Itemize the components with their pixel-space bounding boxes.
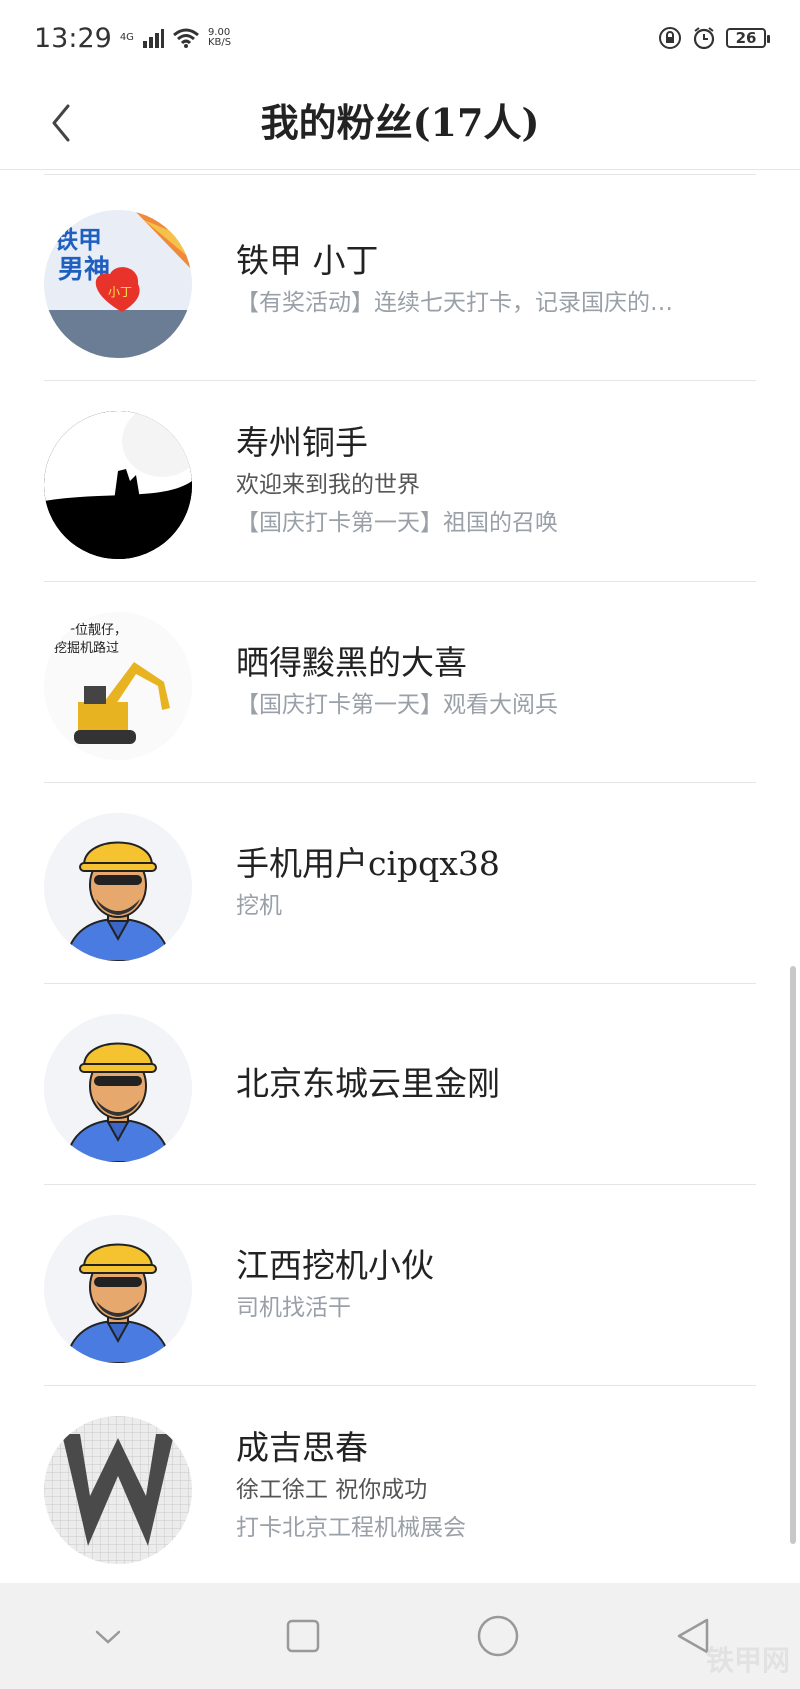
- follower-info: 寿州铜手 欢迎来到我的世界 【国庆打卡第一天】祖国的召唤: [236, 381, 756, 581]
- follower-desc: 【国庆打卡第一天】观看大阅兵: [236, 692, 558, 718]
- status-time: 13:29: [34, 22, 112, 54]
- square-icon: [286, 1619, 319, 1653]
- follower-desc: 挖机: [236, 893, 282, 919]
- avatar-image: 一位靓仔， 挖掘机路过: [44, 612, 192, 760]
- avatar[interactable]: 铁甲 男神 小丁: [44, 210, 192, 358]
- default-worker-avatar-icon: [44, 1215, 192, 1363]
- avatar-text: 铁甲: [54, 226, 102, 254]
- avatar-image: 铁甲 男神 小丁: [44, 210, 192, 358]
- avatar[interactable]: [44, 411, 192, 559]
- follower-item[interactable]: 成吉思春 徐工徐工 祝你成功 打卡北京工程机械展会: [44, 1386, 756, 1587]
- avatar-text: 一位靓仔，: [62, 623, 127, 638]
- scrollbar[interactable]: [790, 966, 796, 1544]
- avatar[interactable]: [44, 1215, 192, 1363]
- avatar-image: [44, 1416, 192, 1564]
- avatar[interactable]: [44, 813, 192, 961]
- divider: [44, 174, 756, 175]
- follower-item[interactable]: 寿州铜手 欢迎来到我的世界 【国庆打卡第一天】祖国的召唤: [44, 381, 756, 582]
- follower-info: 晒得黢黑的大喜 【国庆打卡第一天】观看大阅兵: [236, 582, 756, 782]
- follower-bio: 欢迎来到我的世界: [236, 472, 420, 498]
- circle-icon: [477, 1615, 518, 1657]
- follower-name: 成吉思春: [236, 1428, 368, 1467]
- nav-home-button[interactable]: [468, 1606, 528, 1666]
- avatar[interactable]: [44, 1014, 192, 1162]
- follower-desc: 【国庆打卡第一天】祖国的召唤: [236, 510, 558, 536]
- lock-rotation-icon: [659, 27, 681, 49]
- watermark: 铁甲网: [705, 1644, 790, 1677]
- status-right: 26: [658, 26, 770, 50]
- follower-info: 手机用户cipqx38 挖机: [236, 783, 756, 983]
- follower-list: 铁甲 男神 小丁 铁甲 小丁 【有奖活动】连续七天打卡，记录国庆的… 寿州铜手 …: [0, 170, 800, 1587]
- signal-icon: [142, 29, 164, 48]
- status-bar: 13:29 4G 9.00 KB/S 26: [0, 0, 800, 76]
- system-nav-bar: [0, 1583, 800, 1689]
- avatar-badge: 小丁: [108, 285, 132, 299]
- follower-info: 北京东城云里金刚: [236, 984, 756, 1184]
- nav-collapse-button[interactable]: [78, 1606, 138, 1666]
- follower-item[interactable]: 一位靓仔， 挖掘机路过 晒得黢黑的大喜 【国庆打卡第一天】观看大阅兵: [44, 582, 756, 783]
- follower-desc: 【有奖活动】连续七天打卡，记录国庆的…: [236, 290, 673, 316]
- chevron-down-icon: [95, 1630, 120, 1644]
- follower-name: 寿州铜手: [236, 423, 368, 462]
- follower-item[interactable]: 江西挖机小伙 司机找活干: [44, 1185, 756, 1386]
- follower-info: 铁甲 小丁 【有奖活动】连续七天打卡，记录国庆的…: [236, 180, 756, 380]
- follower-item[interactable]: 北京东城云里金刚: [44, 984, 756, 1185]
- avatar-image: [44, 411, 192, 559]
- follower-name: 江西挖机小伙: [236, 1246, 434, 1285]
- net-speed: 9.00 KB/S: [208, 28, 231, 48]
- follower-name: 铁甲 小丁: [236, 241, 379, 280]
- follower-desc: 打卡北京工程机械展会: [236, 1515, 466, 1541]
- avatar[interactable]: [44, 1416, 192, 1564]
- follower-info: 江西挖机小伙 司机找活干: [236, 1185, 756, 1385]
- follower-name: 晒得黢黑的大喜: [236, 643, 467, 682]
- nav-recents-button[interactable]: [273, 1606, 333, 1666]
- header: 我的粉丝(17人): [0, 76, 800, 170]
- speed-unit: KB/S: [207, 37, 232, 48]
- page-title: 我的粉丝(17人): [260, 100, 540, 145]
- avatar[interactable]: 一位靓仔， 挖掘机路过: [44, 612, 192, 760]
- follower-info: 成吉思春 徐工徐工 祝你成功 打卡北京工程机械展会: [236, 1386, 756, 1586]
- follower-name: 手机用户cipqx38: [236, 844, 500, 883]
- follower-item[interactable]: 铁甲 男神 小丁 铁甲 小丁 【有奖活动】连续七天打卡，记录国庆的…: [44, 180, 756, 381]
- battery-indicator: 26: [726, 28, 770, 48]
- default-worker-avatar-icon: [44, 813, 192, 961]
- status-left: 13:29 4G 9.00 KB/S: [34, 23, 231, 54]
- follower-bio: 徐工徐工 祝你成功: [236, 1477, 428, 1503]
- network-label: 4G: [119, 32, 134, 43]
- follower-name: 北京东城云里金刚: [236, 1064, 500, 1103]
- avatar-text: 挖掘机路过: [54, 640, 119, 656]
- follower-desc: 司机找活干: [236, 1295, 351, 1321]
- follower-item[interactable]: 手机用户cipqx38 挖机: [44, 783, 756, 984]
- alarm-icon: [693, 27, 715, 50]
- wifi-icon: [172, 28, 199, 48]
- default-worker-avatar-icon: [44, 1014, 192, 1162]
